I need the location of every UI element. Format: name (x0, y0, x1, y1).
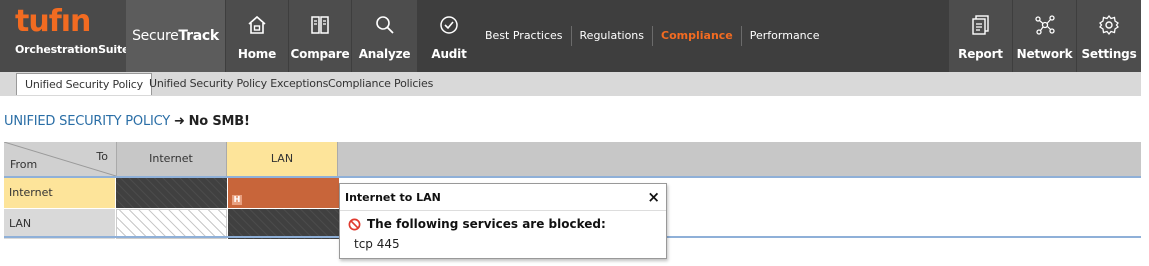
tab-compliance-policies[interactable]: Compliance Policies (320, 73, 441, 94)
cell-details-popup: Internet to LAN × The following services… (339, 183, 667, 259)
tufin-logo[interactable]: tufın OrchestrationSuite (0, 0, 130, 72)
nav-home-button[interactable]: Home (226, 0, 288, 72)
sublink-regulations[interactable]: Regulations (572, 26, 654, 46)
nav-report-button[interactable]: Report (949, 0, 1012, 72)
nav-network-label: Network (1016, 47, 1073, 61)
nav-audit-label: Audit (431, 47, 467, 61)
tab-unified-security-policy[interactable]: Unified Security Policy (16, 73, 152, 95)
matrix-cell-internet-internet (116, 178, 227, 208)
product-name[interactable]: SecureTrack (126, 0, 225, 72)
tab-unified-security-policy-exceptions[interactable]: Unified Security Policy Exceptions (141, 73, 336, 94)
search-icon (352, 14, 417, 38)
sublink-best-practices[interactable]: Best Practices (477, 26, 572, 46)
nav-compare-label: Compare (290, 47, 350, 61)
check-circle-icon (418, 14, 480, 38)
column-header-internet[interactable]: Internet (116, 142, 227, 176)
logo-wordmark: tufın (15, 4, 91, 39)
blocked-icon (348, 218, 361, 230)
gear-icon (1077, 14, 1141, 38)
nav-report-label: Report (958, 47, 1003, 61)
row-header-lan[interactable]: LAN (4, 209, 115, 239)
page-breadcrumb: UNIFIED SECURITY POLICY ➜ No SMB! (4, 114, 250, 129)
sub-tabs-bar: Unified Security Policy Unified Security… (0, 72, 1141, 96)
corner-to-label: To (96, 150, 108, 163)
sublink-performance[interactable]: Performance (742, 26, 828, 46)
corner-from-label: From (10, 158, 38, 171)
nav-analyze-label: Analyze (358, 47, 411, 61)
matrix-corner: To From (4, 142, 117, 176)
logo-subtitle: OrchestrationSuite (15, 43, 130, 56)
sublink-compliance[interactable]: Compliance (653, 26, 742, 46)
nav-compare-button[interactable]: Compare (289, 0, 351, 72)
home-icon (226, 14, 288, 38)
top-navigation-bar: tufın OrchestrationSuite SecureTrack Hom… (0, 0, 1141, 72)
breadcrumb-policy-link[interactable]: UNIFIED SECURITY POLICY (4, 114, 170, 129)
matrix-cell-lan-lan (228, 209, 339, 239)
h-badge: H (232, 195, 242, 205)
nav-settings-button[interactable]: Settings (1077, 0, 1141, 72)
popup-message: The following services are blocked: (348, 217, 606, 231)
page-title: No SMB! (188, 114, 250, 129)
popup-title: Internet to LAN (345, 191, 441, 204)
matrix-cell-internet-lan[interactable]: H (228, 178, 339, 208)
audit-sublinks: Best Practices Regulations Compliance Pe… (477, 0, 827, 72)
nav-settings-label: Settings (1081, 47, 1137, 61)
network-icon (1013, 14, 1076, 38)
breadcrumb-arrow: ➜ (173, 114, 185, 129)
row-header-internet[interactable]: Internet (4, 178, 115, 208)
matrix-cell-lan-internet[interactable] (116, 209, 227, 239)
report-icon (949, 14, 1012, 38)
popup-message-text: The following services are blocked: (367, 217, 606, 231)
compare-icon (289, 14, 351, 38)
close-icon[interactable]: × (647, 188, 660, 206)
nav-analyze-button[interactable]: Analyze (352, 0, 417, 72)
nav-network-button[interactable]: Network (1013, 0, 1076, 72)
popup-divider (340, 210, 666, 211)
blocked-service: tcp 445 (354, 237, 400, 251)
nav-home-label: Home (237, 47, 277, 61)
matrix-header: To From Internet LAN (4, 142, 1141, 178)
column-header-lan[interactable]: LAN (227, 142, 338, 176)
nav-audit-button[interactable]: Audit (418, 0, 480, 72)
